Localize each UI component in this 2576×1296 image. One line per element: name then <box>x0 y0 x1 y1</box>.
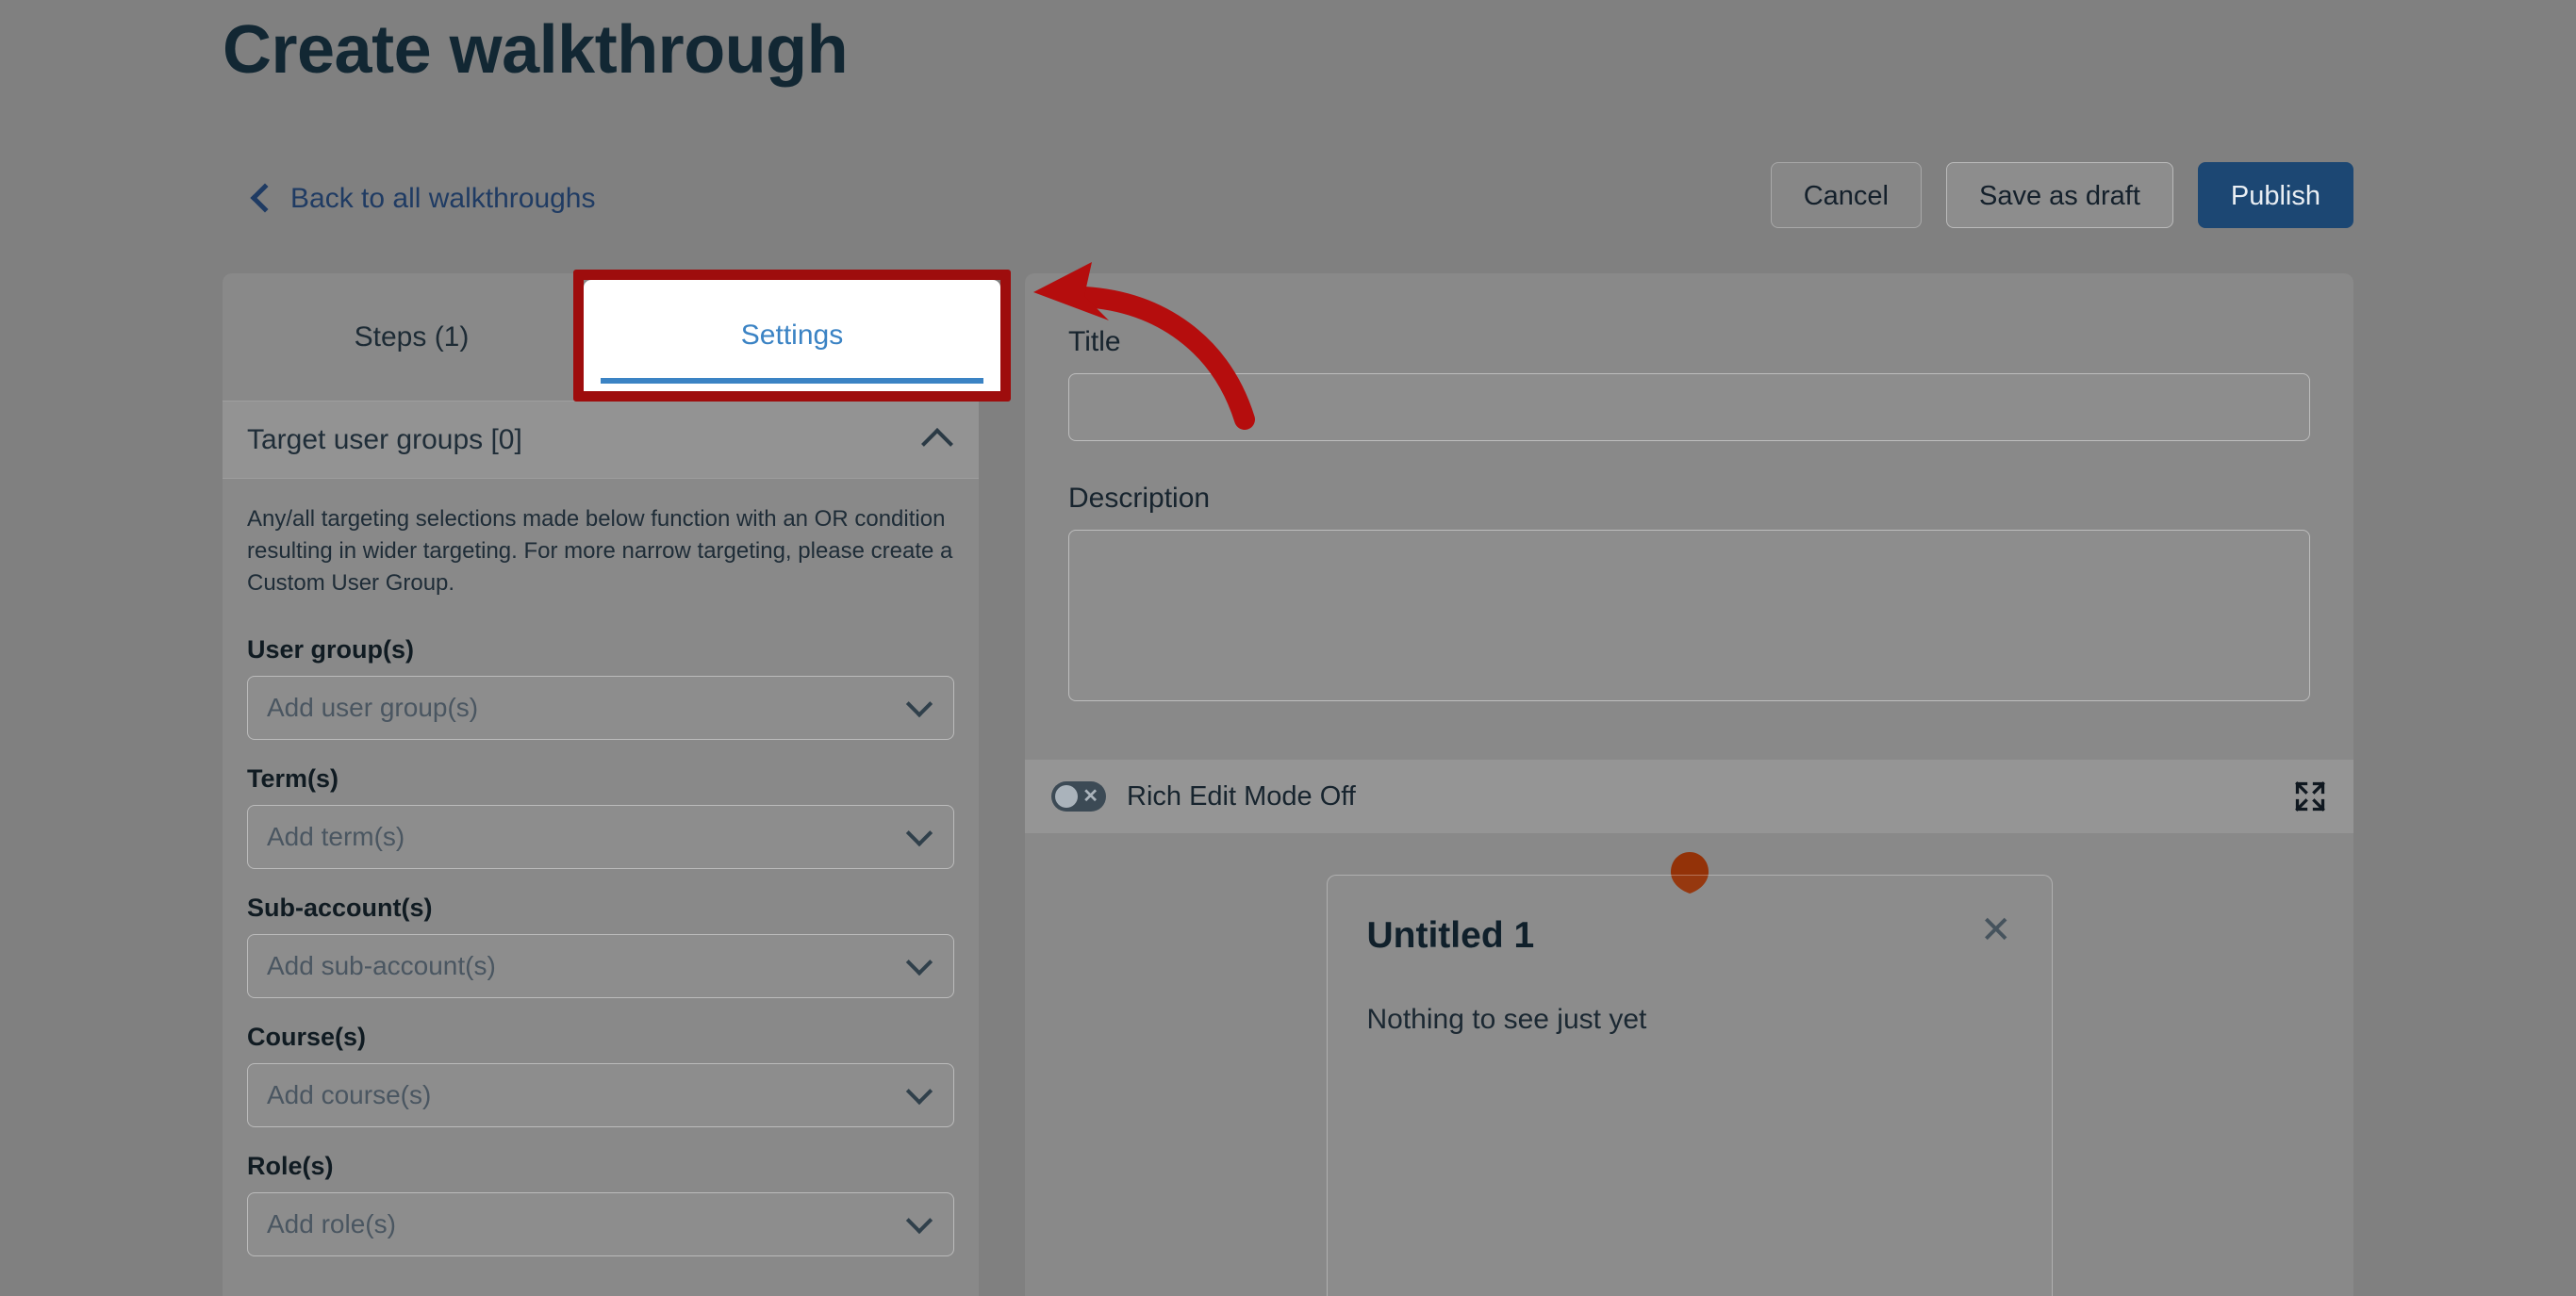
app-root: Create walkthrough Back to all walkthrou… <box>0 0 2576 1296</box>
tab-steps[interactable]: Steps (1) <box>223 273 601 401</box>
terms-select[interactable]: Add term(s) <box>247 805 954 870</box>
cancel-button[interactable]: Cancel <box>1770 162 1922 228</box>
back-link-label: Back to all walkthroughs <box>290 183 596 214</box>
preview-popup-header: Untitled 1 ✕ <box>1366 911 2012 957</box>
description-textarea[interactable] <box>1068 530 2310 701</box>
chevron-down-icon <box>905 1078 933 1106</box>
select-placeholder: Add sub-account(s) <box>267 951 496 981</box>
save-as-draft-button[interactable]: Save as draft <box>1946 162 2173 228</box>
field-label: Course(s) <box>247 1023 367 1052</box>
roles-select[interactable]: Add role(s) <box>247 1192 954 1257</box>
page-title: Create walkthrough <box>223 12 849 88</box>
select-placeholder: Add course(s) <box>267 1080 432 1110</box>
section-title: Target user groups [0] <box>247 423 522 455</box>
close-icon[interactable]: ✕ <box>1980 911 2012 949</box>
field-courses: Course(s) Add course(s) <box>247 1023 954 1128</box>
sub-accounts-select[interactable]: Add sub-account(s) <box>247 934 954 999</box>
expand-fullscreen-icon[interactable] <box>2293 779 2327 813</box>
select-placeholder: Add role(s) <box>267 1209 396 1239</box>
preview-popup-card: Untitled 1 ✕ Nothing to see just yet <box>1326 875 2053 1296</box>
field-label: Role(s) <box>247 1152 334 1181</box>
chevron-left-icon <box>250 183 280 213</box>
content-form: Title Description <box>1025 273 2353 701</box>
toggle-knob <box>1055 785 1078 808</box>
rich-edit-bar: ✕ Rich Edit Mode Off <box>1025 760 2353 833</box>
select-placeholder: Add term(s) <box>267 822 405 852</box>
action-buttons: Cancel Save as draft Publish <box>1770 162 2353 228</box>
walkthrough-preview: Untitled 1 ✕ Nothing to see just yet <box>1025 833 2353 1296</box>
content-panel: Title Description ✕ Rich Edit Mode Off U… <box>1025 273 2353 1296</box>
tab-settings-label: Settings <box>740 320 844 351</box>
targeting-help-text: Any/all targeting selections made below … <box>247 506 953 597</box>
field-roles: Role(s) Add role(s) <box>247 1152 954 1257</box>
publish-button[interactable]: Publish <box>2197 162 2353 228</box>
settings-panel: Steps (1) Settings Target user groups [0… <box>223 273 979 1296</box>
target-user-groups-header[interactable]: Target user groups [0] <box>223 402 979 479</box>
courses-select[interactable]: Add course(s) <box>247 1063 954 1128</box>
preview-popup-body: Nothing to see just yet <box>1366 1004 1647 1035</box>
toolbar: Back to all walkthroughs Cancel Save as … <box>223 162 2353 245</box>
chevron-down-icon <box>905 820 933 847</box>
field-label: User group(s) <box>247 635 415 664</box>
field-terms: Term(s) Add term(s) <box>247 764 954 870</box>
title-label: Title <box>1068 326 1121 357</box>
title-input[interactable] <box>1068 373 2310 441</box>
field-user-groups: User group(s) Add user group(s) <box>247 635 954 741</box>
field-label: Term(s) <box>247 764 339 794</box>
close-icon: ✕ <box>1082 786 1098 807</box>
highlighted-settings-tab[interactable]: Settings <box>584 280 1000 391</box>
chevron-down-icon <box>905 1207 933 1235</box>
rich-edit-left: ✕ Rich Edit Mode Off <box>1051 781 1356 812</box>
rich-edit-mode-label: Rich Edit Mode Off <box>1127 780 1356 812</box>
chevron-up-icon[interactable] <box>921 427 953 460</box>
user-groups-select[interactable]: Add user group(s) <box>247 676 954 741</box>
field-sub-accounts: Sub-account(s) Add sub-account(s) <box>247 894 954 999</box>
preview-popup-title: Untitled 1 <box>1366 915 1535 956</box>
select-placeholder: Add user group(s) <box>267 693 479 723</box>
rich-edit-mode-toggle[interactable]: ✕ <box>1051 781 1106 812</box>
field-label: Sub-account(s) <box>247 894 433 923</box>
section-body: Any/all targeting selections made below … <box>223 479 979 1257</box>
description-label: Description <box>1068 483 1211 514</box>
back-to-all-walkthroughs-link[interactable]: Back to all walkthroughs <box>250 170 596 228</box>
chevron-down-icon <box>905 949 933 976</box>
chevron-down-icon <box>905 691 933 718</box>
